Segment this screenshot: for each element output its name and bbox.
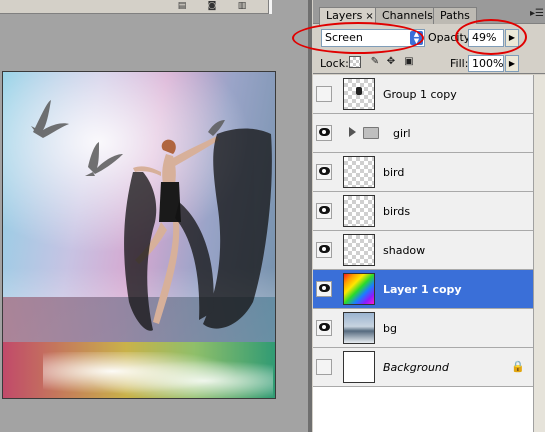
eye-icon: [319, 128, 330, 136]
tab-channels-label: Channels: [382, 9, 433, 22]
folder-icon: [363, 127, 379, 139]
close-icon[interactable]: ×: [365, 11, 373, 22]
visibility-toggle[interactable]: [316, 203, 332, 219]
eye-icon: [319, 323, 330, 331]
layer-name: shadow: [383, 244, 426, 257]
layer-thumbnail: [343, 312, 375, 344]
lock-row: Lock: ✎ ✥ ▣ Fill: 100% ▶: [313, 52, 545, 74]
blend-mode-value: Screen: [325, 31, 363, 44]
layer-row[interactable]: shadow: [313, 231, 533, 270]
fill-field[interactable]: 100%: [468, 55, 504, 72]
document-workspace: ▤ ◙ ▥: [0, 0, 308, 432]
expand-arrow-icon[interactable]: [349, 127, 356, 137]
tab-layers-label: Layers: [326, 9, 363, 22]
lock-transparency-icon[interactable]: [349, 56, 361, 68]
visibility-toggle-empty[interactable]: [316, 359, 332, 375]
layer-thumbnail: [343, 234, 375, 266]
layer-list-scrollbar[interactable]: [533, 75, 545, 432]
photo-artwork: [31, 100, 272, 331]
opacity-field[interactable]: 49%: [468, 29, 504, 47]
visibility-toggle[interactable]: [316, 164, 332, 180]
fabric-shapes: [124, 128, 272, 331]
dropdown-arrows-icon[interactable]: ▲ ▼: [410, 31, 423, 45]
trash-icon[interactable]: ▥: [236, 1, 248, 12]
eye-icon: [319, 245, 330, 253]
tab-paths-label: Paths: [440, 9, 470, 22]
layer-row[interactable]: bird: [313, 153, 533, 192]
opacity-label: Opacity:: [428, 31, 474, 44]
eye-icon: [319, 167, 330, 175]
layer-name: bg: [383, 322, 397, 335]
eye-icon: [319, 284, 330, 292]
bird-shapes: [31, 100, 225, 176]
document-window-edge: [268, 0, 272, 14]
layer-thumbnail: [343, 273, 375, 305]
panel-menu-icon[interactable]: ▸☰: [530, 8, 544, 19]
panel-divider: [308, 0, 312, 432]
camera-icon[interactable]: ◙: [206, 1, 218, 12]
panel-tab-bar: Layers × Channels Paths ▸☰: [313, 0, 545, 25]
lock-all-icon[interactable]: ▣: [403, 56, 415, 68]
layer-name: bird: [383, 166, 405, 179]
layer-thumbnail: [343, 78, 375, 110]
layer-name: girl: [393, 127, 411, 140]
lock-pixels-brush-icon[interactable]: ✎: [369, 56, 381, 68]
blend-mode-select[interactable]: Screen ▲ ▼: [321, 29, 425, 47]
layer-row-selected[interactable]: Layer 1 copy: [313, 270, 533, 309]
lock-label: Lock:: [320, 57, 349, 70]
fill-label: Fill:: [450, 57, 469, 70]
layer-name: Background: [383, 361, 449, 374]
visibility-toggle[interactable]: [316, 125, 332, 141]
image-canvas[interactable]: [2, 71, 276, 399]
layer-name: birds: [383, 205, 411, 218]
layer-row[interactable]: Group 1 copy: [313, 75, 533, 114]
eye-icon: [319, 206, 330, 214]
smart-object-icon: [356, 87, 362, 95]
layer-thumbnail: [343, 351, 375, 383]
visibility-toggle[interactable]: [316, 320, 332, 336]
visibility-toggle-empty[interactable]: [316, 86, 332, 102]
layer-name: Group 1 copy: [383, 88, 457, 101]
blend-row: Screen ▲ ▼ Opacity: 49% ▶: [313, 25, 545, 51]
layers-panel: Layers × Channels Paths ▸☰ Screen ▲ ▼ Opac…: [308, 0, 545, 432]
tab-channels[interactable]: Channels: [375, 7, 440, 24]
lock-position-move-icon[interactable]: ✥: [385, 56, 397, 68]
layer-row[interactable]: bg: [313, 309, 533, 348]
layer-thumbnail: [343, 156, 375, 188]
opacity-slider-toggle[interactable]: ▶: [505, 29, 519, 47]
layer-thumbnail: [343, 195, 375, 227]
layer-name: Layer 1 copy: [383, 283, 462, 296]
layer-row[interactable]: Background 🔒: [313, 348, 533, 387]
layer-row[interactable]: birds: [313, 192, 533, 231]
fill-slider-toggle[interactable]: ▶: [505, 55, 519, 72]
document-info-icon[interactable]: ▤: [176, 1, 188, 12]
visibility-toggle[interactable]: [316, 242, 332, 258]
layer-list: Group 1 copy girl bird birds shadow Laye…: [313, 75, 533, 432]
tab-paths[interactable]: Paths: [433, 7, 477, 24]
tab-layers[interactable]: Layers ×: [319, 7, 381, 25]
document-status-strip: ▤ ◙ ▥: [0, 0, 272, 14]
layer-row[interactable]: girl: [313, 114, 533, 153]
visibility-toggle[interactable]: [316, 281, 332, 297]
lock-icon: 🔒: [511, 360, 525, 373]
